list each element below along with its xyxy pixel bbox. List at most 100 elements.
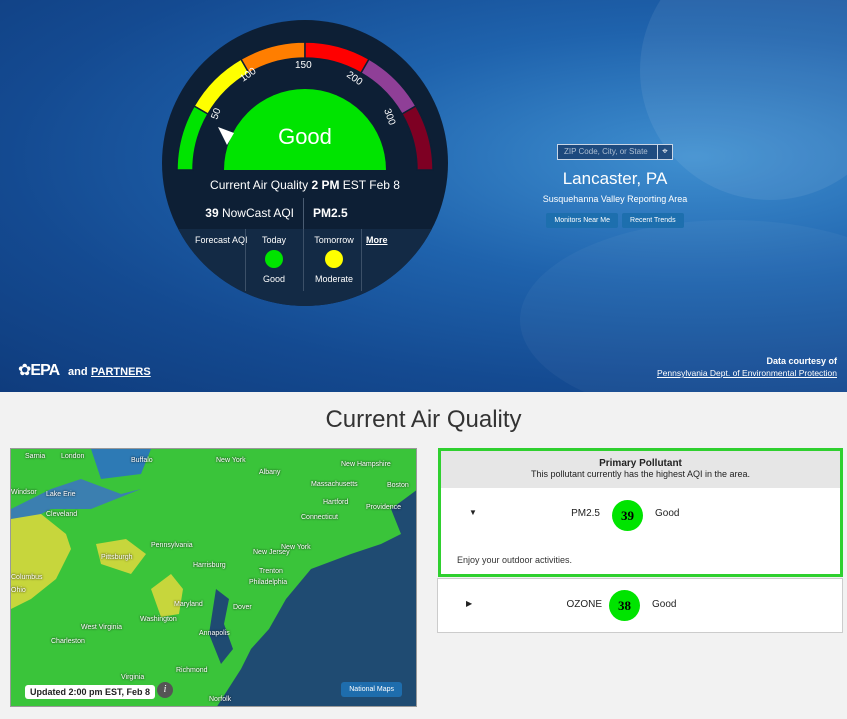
map-place-label: Pennsylvania bbox=[151, 542, 193, 549]
current-date: EST Feb 8 bbox=[342, 178, 400, 192]
epa-logo[interactable]: ✿EPA and PARTNERS bbox=[18, 360, 151, 380]
nowcast-row: 39 NowCast AQI PM2.5 bbox=[162, 198, 448, 230]
aqi-circle: 38 bbox=[609, 590, 640, 621]
health-message: Enjoy your outdoor activities. bbox=[457, 555, 573, 565]
map-place-label: Cleveland bbox=[46, 511, 78, 518]
credit-label: Data courtesy of bbox=[766, 356, 837, 366]
primary-pollutant-card: Primary Pollutant This pollutant current… bbox=[438, 448, 843, 577]
map-place-label: Boston bbox=[387, 482, 409, 489]
data-credit: Data courtesy of Pennsylvania Dept. of E… bbox=[657, 355, 837, 379]
map-place-label: Pittsburgh bbox=[101, 554, 133, 561]
map-place-label: London bbox=[61, 453, 85, 460]
gauge-segment bbox=[359, 58, 417, 116]
credit-source-link[interactable]: Pennsylvania Dept. of Environmental Prot… bbox=[657, 368, 837, 378]
map-place-label: Richmond bbox=[176, 667, 208, 674]
pollutant-row-ozone[interactable]: ▶ OZONE 38 Good bbox=[437, 578, 843, 633]
location-search-input[interactable]: ZIP Code, City, or State ⌖ bbox=[557, 144, 673, 160]
nowcast-label: NowCast AQI bbox=[221, 206, 294, 220]
forecast-tomorrow-label: Tomorrow bbox=[314, 235, 354, 245]
forecast-today-category: Good bbox=[262, 274, 286, 284]
city-name: Lancaster, PA bbox=[562, 169, 668, 188]
map-place-label: Providence bbox=[366, 504, 402, 511]
forecast-today-label: Today bbox=[261, 235, 287, 245]
map-place-label: Washington bbox=[140, 616, 177, 623]
air-quality-map[interactable]: Sarnia London Buffalo New York New Hampshire… bbox=[10, 448, 417, 707]
current-air-quality: Current Air Quality 2 PM EST Feb 8 bbox=[162, 178, 448, 192]
gauge-tick-label: 50 bbox=[209, 106, 223, 121]
nowcast-pollutant: PM2.5 bbox=[313, 206, 348, 220]
location-panel: ZIP Code, City, or State ⌖ Lancaster, PA… bbox=[540, 144, 690, 228]
map-place-label: Trenton bbox=[259, 568, 283, 575]
gauge-segment bbox=[400, 104, 434, 171]
map-place-label: Maryland bbox=[174, 601, 203, 608]
pollutant-row-pm25[interactable]: ▼ PM2.5 39 Good bbox=[441, 488, 840, 538]
map-place-label: Columbus bbox=[11, 574, 43, 581]
map-place-label: New York bbox=[216, 457, 246, 464]
gauge-segment bbox=[176, 104, 210, 171]
flower-icon: ✿ bbox=[18, 362, 31, 379]
gauge-tick-label: 150 bbox=[295, 60, 312, 71]
map-place-label: New York bbox=[281, 544, 311, 551]
epa-logo-text: EPA bbox=[30, 362, 59, 379]
pollutant-name: PM2.5 bbox=[571, 508, 600, 519]
nowcast-value: 39 bbox=[205, 206, 219, 220]
map-place-label: Lake Erie bbox=[46, 491, 76, 498]
gauge-tick-label: 300 bbox=[381, 107, 397, 127]
primary-pollutant-subtitle: This pollutant currently has the highest… bbox=[530, 469, 751, 479]
primary-pollutant-title: Primary Pollutant bbox=[599, 458, 682, 469]
forecast-tomorrow-dot bbox=[325, 250, 343, 268]
map-place-label: Dover bbox=[233, 604, 252, 611]
caret-right-icon[interactable]: ▶ bbox=[466, 599, 472, 608]
nowcast-aqi: 39 NowCast AQI bbox=[205, 206, 294, 220]
reporting-area: Susquehanna Valley Reporting Area bbox=[542, 194, 688, 204]
pollutant-name: OZONE bbox=[566, 599, 602, 610]
national-maps-button[interactable]: National Maps bbox=[341, 682, 402, 697]
monitors-near-me-button[interactable]: Monitors Near Me bbox=[546, 213, 619, 228]
search-placeholder: ZIP Code, City, or State bbox=[564, 147, 648, 156]
map-place-label: Harrisburg bbox=[193, 562, 226, 569]
gauge-segment bbox=[304, 41, 371, 75]
info-icon[interactable]: i bbox=[157, 682, 173, 698]
aqi-dial: 50 100 150 200 300 Good Current Air Qual… bbox=[162, 20, 448, 306]
current-label: Current Air Quality bbox=[210, 178, 309, 192]
map-updated-time: Updated 2:00 pm EST, Feb 8 bbox=[25, 685, 156, 699]
map-place-label: Virginia bbox=[121, 674, 145, 681]
recent-trends-button[interactable]: Recent Trends bbox=[622, 213, 684, 228]
gauge-segment bbox=[193, 58, 251, 116]
current-time: 2 PM bbox=[311, 178, 340, 192]
map-place-label: West Virginia bbox=[81, 624, 122, 631]
forecast-tomorrow-category: Moderate bbox=[314, 274, 354, 284]
section-title: Current Air Quality bbox=[325, 406, 522, 433]
forecast-more-link[interactable]: More bbox=[366, 235, 388, 245]
map-place-label: Albany bbox=[259, 469, 281, 476]
locate-icon[interactable]: ⌖ bbox=[657, 145, 672, 159]
caret-down-icon[interactable]: ▼ bbox=[469, 508, 477, 517]
map-place-label: Buffalo bbox=[131, 457, 153, 464]
map-place-label: Massachusetts bbox=[311, 481, 358, 488]
map-place-label: Norfolk bbox=[209, 696, 232, 703]
forecast-label: Forecast AQI bbox=[195, 235, 248, 245]
forecast-tomorrow: Tomorrow Moderate bbox=[310, 235, 358, 284]
partners-link[interactable]: PARTNERS bbox=[91, 366, 151, 378]
map-place-label: New Hampshire bbox=[341, 461, 391, 468]
aqi-category: Good bbox=[655, 508, 680, 519]
hero-banner: 50 100 150 200 300 Good Current Air Qual… bbox=[0, 0, 847, 392]
primary-pollutant-header: Primary Pollutant This pollutant current… bbox=[441, 451, 840, 488]
map-place-label: Connecticut bbox=[301, 514, 338, 521]
forecast-today-dot bbox=[265, 250, 283, 268]
divider bbox=[303, 229, 304, 291]
map-place-label: Philadelphia bbox=[249, 579, 288, 586]
aqi-circle: 39 bbox=[612, 500, 643, 531]
forecast-today: Today Good bbox=[258, 235, 290, 284]
divider bbox=[245, 229, 246, 291]
map-place-label: Hartford bbox=[323, 499, 349, 506]
map-place-label: Annapolis bbox=[199, 630, 230, 637]
map-place-label: Windsor bbox=[11, 489, 37, 496]
divider bbox=[303, 198, 304, 230]
divider bbox=[361, 229, 362, 291]
map-place-label: Charleston bbox=[51, 638, 85, 645]
and-text: and bbox=[67, 366, 88, 378]
map-place-label: Sarnia bbox=[25, 453, 46, 460]
forecast-panel: Forecast AQI Today Good Tomorrow Moderat… bbox=[162, 229, 448, 306]
gauge-category: Good bbox=[278, 124, 332, 149]
